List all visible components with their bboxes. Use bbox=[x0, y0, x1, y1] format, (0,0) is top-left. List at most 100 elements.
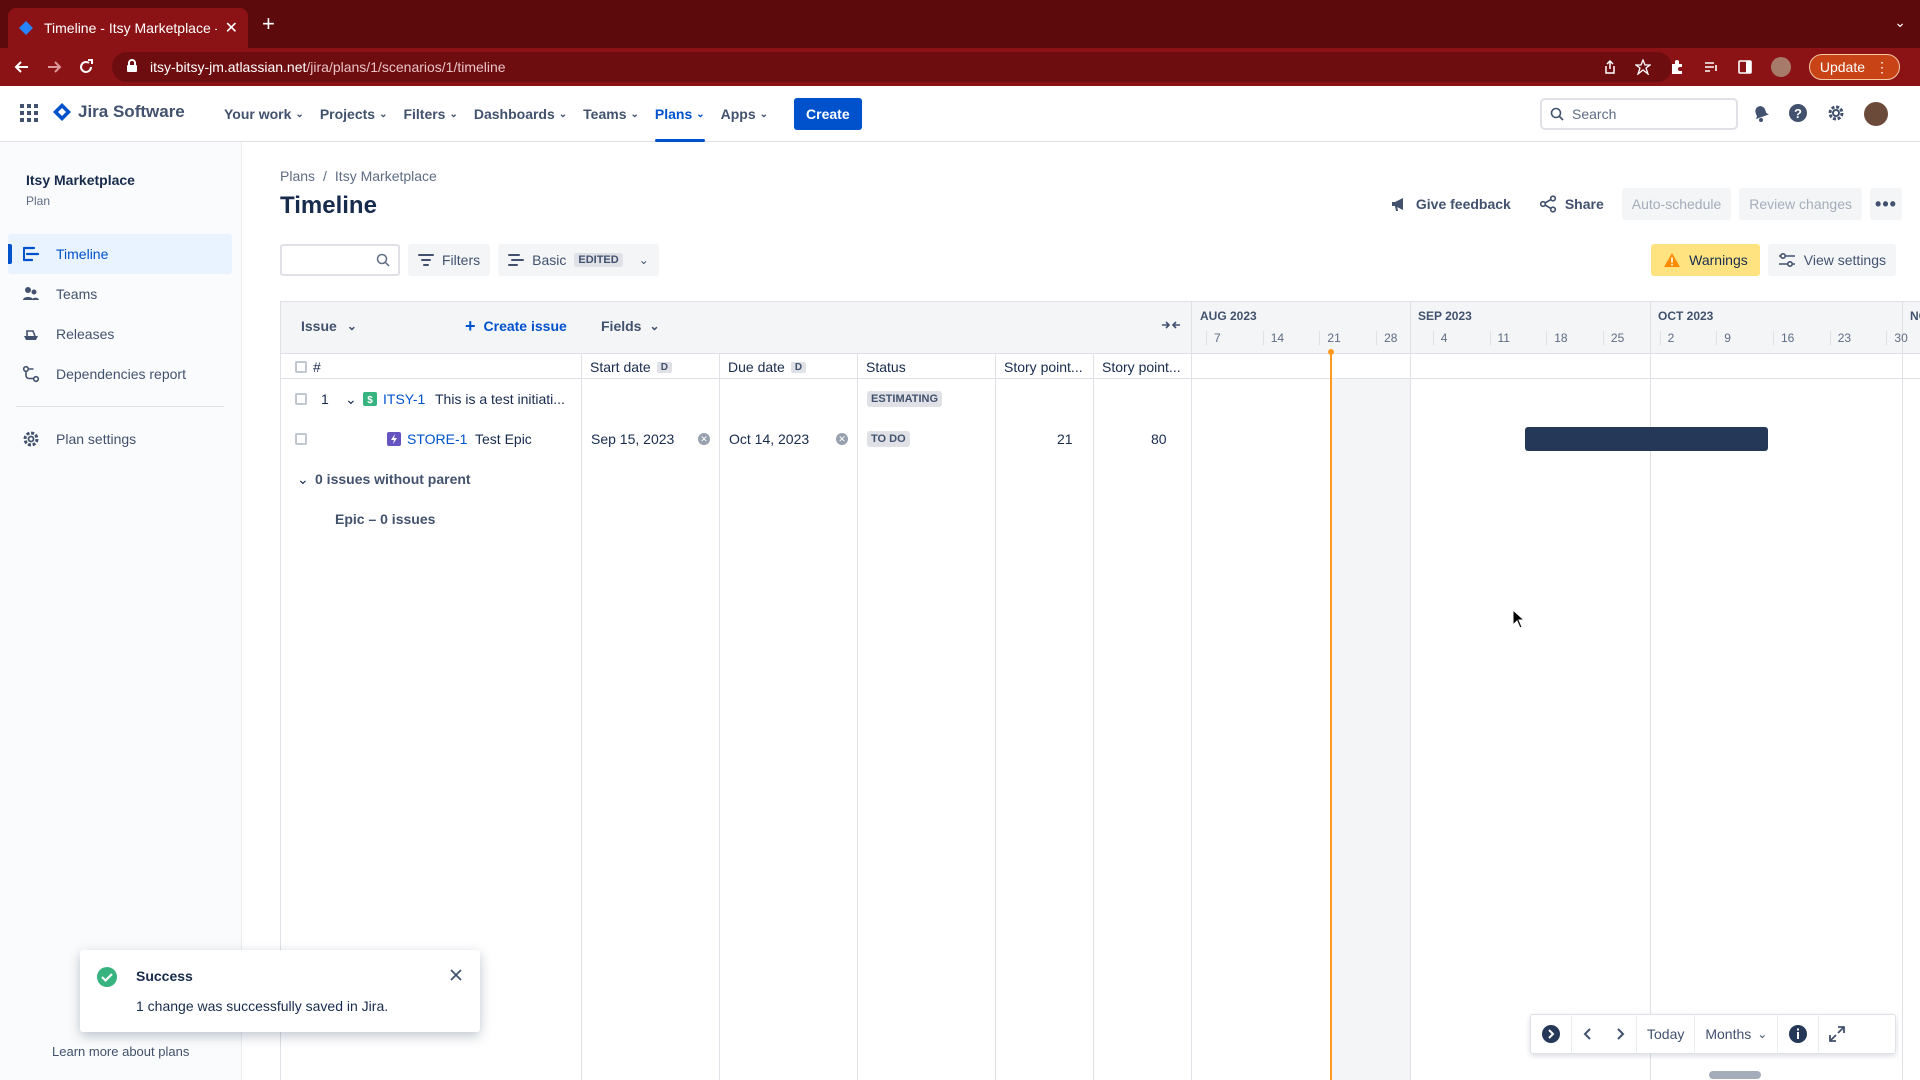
settings-gear-icon[interactable] bbox=[1826, 103, 1846, 126]
more-actions-button[interactable]: ••• bbox=[1870, 188, 1902, 220]
today-button[interactable]: Today bbox=[1637, 1014, 1696, 1054]
nav-your-work[interactable]: Your work ⌄ bbox=[216, 86, 312, 142]
back-icon[interactable] bbox=[8, 53, 36, 81]
start-date-header[interactable]: Start date D bbox=[590, 359, 672, 375]
help-icon[interactable]: ? bbox=[1788, 103, 1808, 126]
close-icon[interactable] bbox=[450, 968, 462, 984]
expand-chevron-icon[interactable]: ⌄ bbox=[345, 379, 357, 419]
search-input[interactable]: Search bbox=[1540, 98, 1738, 130]
give-feedback-button[interactable]: Give feedback bbox=[1380, 188, 1521, 220]
profile-avatar[interactable] bbox=[1770, 57, 1791, 77]
create-button[interactable]: Create bbox=[794, 98, 862, 130]
issue-key[interactable]: ITSY-1 bbox=[383, 379, 425, 419]
auto-schedule-button[interactable]: Auto-schedule bbox=[1621, 188, 1732, 220]
timeline-panel[interactable]: AUG 2023 SEP 2023 OCT 2023 NO 7 14 21 28 4 11 18 25… bbox=[1191, 301, 1920, 1080]
select-all-checkbox[interactable]: # bbox=[295, 359, 321, 375]
view-selector-button[interactable]: Basic EDITED ⌄ bbox=[498, 244, 659, 276]
nav-projects[interactable]: Projects ⌄ bbox=[312, 86, 396, 142]
learn-more-link[interactable]: Learn more about plans bbox=[52, 1044, 189, 1059]
review-changes-button[interactable]: Review changes bbox=[1739, 188, 1862, 220]
due-date-value[interactable]: Oct 14, 2023 bbox=[729, 419, 809, 459]
sidebar-item-plan-settings[interactable]: Plan settings bbox=[8, 419, 232, 459]
story-points-total-header[interactable]: Story point... bbox=[1102, 359, 1181, 375]
status-lozenge[interactable]: ESTIMATING bbox=[867, 379, 943, 419]
create-issue-button[interactable]: + Create issue bbox=[465, 317, 567, 335]
previous-period-icon[interactable] bbox=[1572, 1014, 1604, 1054]
issue-summary[interactable]: Test Epic bbox=[475, 419, 532, 459]
breadcrumb-plans[interactable]: Plans bbox=[280, 168, 315, 184]
table-row[interactable]: 1 ⌄ $ ITSY-1 This is a test initiati... … bbox=[281, 379, 1193, 419]
share-page-icon[interactable] bbox=[1603, 60, 1617, 74]
user-avatar[interactable] bbox=[1864, 102, 1888, 126]
clear-due-date-icon[interactable]: ✕ bbox=[836, 419, 848, 459]
chevron-down-icon: ⌄ bbox=[649, 319, 660, 333]
next-period-icon[interactable] bbox=[1604, 1014, 1637, 1054]
collapse-columns-icon[interactable] bbox=[1161, 318, 1181, 335]
filters-button[interactable]: Filters bbox=[408, 244, 491, 276]
app-switcher-icon[interactable] bbox=[20, 104, 38, 125]
fields-column-header[interactable]: Fields ⌄ bbox=[601, 318, 660, 334]
nav-teams[interactable]: Teams ⌄ bbox=[575, 86, 647, 142]
sidebar: Itsy Marketplace Plan Timeline Teams Rel… bbox=[0, 142, 242, 1080]
issue-key[interactable]: STORE-1 bbox=[407, 419, 467, 459]
media-icon[interactable] bbox=[1703, 59, 1719, 75]
status-header[interactable]: Status bbox=[866, 359, 906, 375]
forward-icon[interactable] bbox=[40, 53, 68, 81]
week-tick bbox=[1602, 331, 1604, 345]
bookmark-star-icon[interactable] bbox=[1634, 59, 1651, 75]
start-date-value[interactable]: Sep 15, 2023 bbox=[591, 419, 674, 459]
browser-tab[interactable]: Timeline - Itsy Marketplace - A ✕ bbox=[8, 8, 248, 48]
story-points-header[interactable]: Story point... bbox=[1004, 359, 1083, 375]
notifications-icon[interactable] bbox=[1752, 104, 1770, 125]
breadcrumb-itsy-marketplace[interactable]: Itsy Marketplace bbox=[335, 168, 437, 184]
table-row[interactable]: STORE-1 Test Epic Sep 15, 2023 ✕ Oct 14,… bbox=[281, 419, 1193, 459]
nav-filters[interactable]: Filters ⌄ bbox=[395, 86, 465, 142]
month-label: OCT 2023 bbox=[1658, 309, 1714, 323]
sidebar-item-dependencies-report[interactable]: Dependencies report bbox=[8, 354, 232, 394]
extensions-icon[interactable] bbox=[1669, 59, 1685, 75]
nav-plans[interactable]: Plans ⌄ bbox=[647, 86, 713, 142]
status-lozenge[interactable]: TO DO bbox=[867, 419, 910, 459]
week-tick bbox=[1262, 331, 1264, 345]
side-panel-icon[interactable] bbox=[1737, 59, 1753, 75]
checkbox[interactable] bbox=[295, 361, 307, 373]
sidebar-item-label: Teams bbox=[56, 286, 98, 302]
update-button[interactable]: Update ⋮ bbox=[1808, 54, 1900, 80]
issue-summary[interactable]: This is a test initiati... bbox=[435, 379, 565, 419]
issue-search-input[interactable] bbox=[280, 244, 400, 276]
close-tab-icon[interactable]: ✕ bbox=[225, 18, 238, 38]
chevron-down-icon[interactable]: ⌄ bbox=[297, 459, 309, 499]
warnings-button[interactable]: Warnings bbox=[1651, 244, 1760, 276]
url-field[interactable]: itsy-bitsy-jm.atlassian.net/jira/plans/1… bbox=[112, 52, 1672, 82]
month-label: SEP 2023 bbox=[1418, 309, 1472, 323]
new-tab-icon[interactable]: + bbox=[262, 12, 275, 36]
nav-dashboards[interactable]: Dashboards ⌄ bbox=[466, 86, 575, 142]
time-scale-select[interactable]: Months ⌄ bbox=[1695, 1014, 1779, 1054]
view-settings-label: View settings bbox=[1803, 252, 1886, 268]
jira-logo[interactable]: Jira Software bbox=[52, 102, 185, 122]
info-icon[interactable] bbox=[1778, 1014, 1820, 1054]
epic-schedule-bar[interactable] bbox=[1525, 427, 1769, 451]
due-date-header[interactable]: Due date D bbox=[728, 359, 807, 375]
give-feedback-label: Give feedback bbox=[1415, 196, 1511, 212]
nav-apps[interactable]: Apps ⌄ bbox=[713, 86, 776, 142]
nav-label: Your work bbox=[224, 106, 292, 122]
jump-to-icon[interactable] bbox=[1531, 1014, 1572, 1054]
view-settings-button[interactable]: View settings bbox=[1767, 244, 1896, 276]
share-button[interactable]: Share bbox=[1529, 188, 1614, 220]
row-checkbox[interactable] bbox=[295, 379, 307, 419]
row-checkbox[interactable] bbox=[295, 419, 307, 459]
sidebar-item-timeline[interactable]: Timeline bbox=[8, 234, 232, 274]
reload-icon[interactable] bbox=[72, 53, 100, 81]
story-points-value[interactable]: 21 bbox=[1057, 419, 1073, 459]
site-info-icon[interactable] bbox=[126, 58, 138, 76]
clear-start-date-icon[interactable]: ✕ bbox=[698, 419, 710, 459]
fullscreen-icon[interactable] bbox=[1819, 1014, 1855, 1054]
issue-column-header[interactable]: Issue ⌄ bbox=[301, 318, 357, 334]
group-row[interactable]: ⌄ 0 issues without parent bbox=[281, 459, 1193, 499]
sidebar-item-releases[interactable]: Releases bbox=[8, 314, 232, 354]
flag-title: Success bbox=[136, 968, 193, 984]
sidebar-item-teams[interactable]: Teams bbox=[8, 274, 232, 314]
timeline-scrollbar[interactable] bbox=[1709, 1071, 1761, 1079]
tab-search-icon[interactable]: ⌄ bbox=[1894, 14, 1906, 31]
